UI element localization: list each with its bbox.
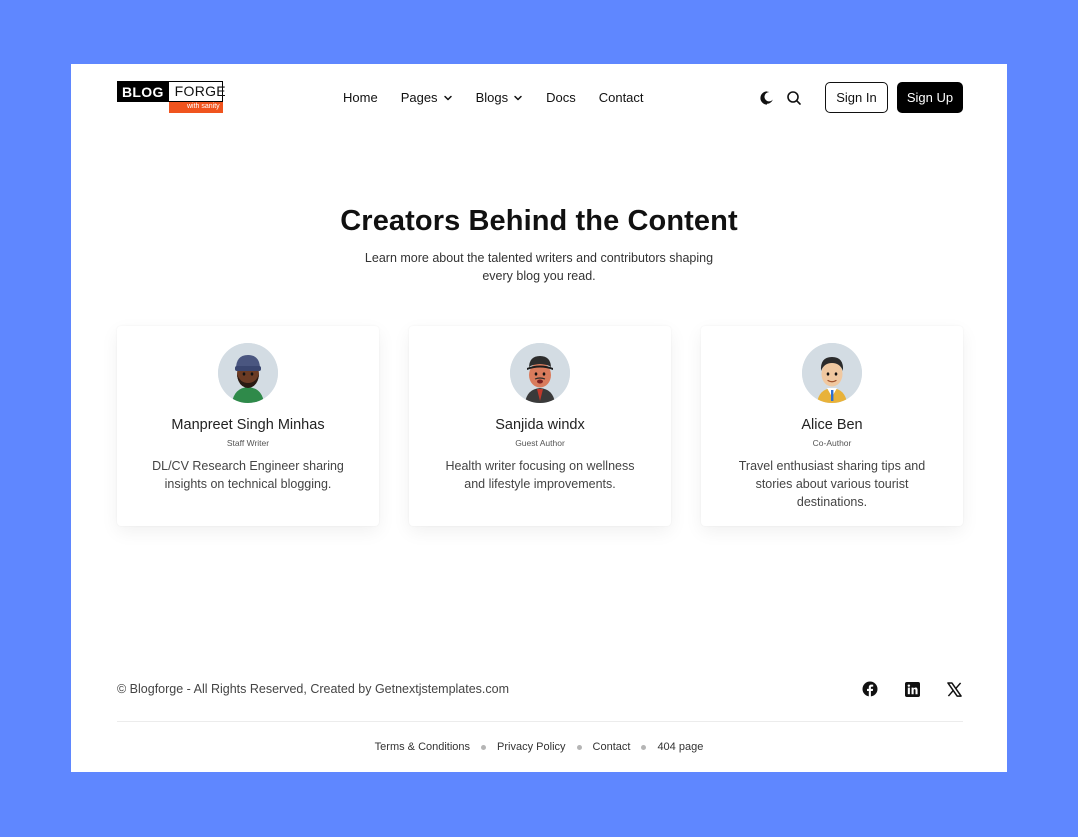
- author-role: Staff Writer: [226, 438, 270, 448]
- logo-word-forge: FORGE: [168, 81, 226, 102]
- footer-link-404[interactable]: 404 page: [657, 741, 703, 753]
- sign-in-button[interactable]: Sign In: [825, 82, 888, 113]
- x-icon[interactable]: [945, 680, 963, 698]
- nav-item-docs[interactable]: Docs: [546, 90, 576, 105]
- page-subtitle: Learn more about the talented writers an…: [364, 251, 714, 283]
- author-name: Alice Ben: [801, 417, 863, 433]
- author-name: Manpreet Singh Minhas: [171, 417, 325, 433]
- site-logo[interactable]: BLOG FORGE with sanity: [117, 81, 226, 113]
- search-icon[interactable]: [785, 89, 803, 107]
- author-bio: Health writer focusing on wellness and l…: [445, 459, 635, 491]
- nav-label: Docs: [546, 90, 576, 105]
- logo-tagline: with sanity: [168, 102, 223, 113]
- page-container: BLOG FORGE with sanity Home Pages Blogs …: [71, 64, 1007, 772]
- nav-item-contact[interactable]: Contact: [599, 90, 644, 105]
- nav-label: Pages: [400, 90, 438, 105]
- logo-word-blog: BLOG: [117, 81, 169, 102]
- author-avatar: [218, 343, 278, 403]
- footer-link-terms[interactable]: Terms & Conditions: [375, 741, 470, 753]
- chevron-down-icon: [514, 95, 522, 100]
- separator-dot: [481, 744, 487, 750]
- nav-item-blogs[interactable]: Blogs: [476, 90, 524, 105]
- sign-up-button[interactable]: Sign Up: [897, 82, 963, 113]
- social-links: [837, 680, 963, 698]
- chevron-down-icon: [443, 95, 452, 100]
- author-name: Sanjida windx: [495, 417, 585, 433]
- nav-item-pages[interactable]: Pages: [401, 90, 453, 105]
- footer-link-privacy[interactable]: Privacy Policy: [497, 741, 565, 753]
- linkedin-icon[interactable]: [903, 680, 921, 698]
- logo-right: FORGE with sanity: [168, 81, 226, 113]
- nav-label: Home: [343, 90, 378, 105]
- header-actions: Sign In Sign Up: [758, 82, 963, 113]
- author-role: Guest Author: [515, 438, 565, 448]
- facebook-icon[interactable]: [861, 680, 879, 698]
- main-nav: Home Pages Blogs Docs Contact: [343, 90, 667, 105]
- footer-divider: [117, 721, 963, 722]
- author-card[interactable]: Alice Ben Co-Author Travel enthusiast sh…: [701, 326, 963, 526]
- author-bio: DL/CV Research Engineer sharing insights…: [152, 459, 344, 491]
- author-card[interactable]: Sanjida windx Guest Author Health writer…: [409, 326, 671, 526]
- copyright-text: © Blogforge - All Rights Reserved, Creat…: [117, 682, 510, 696]
- author-bio: Travel enthusiast sharing tips and stori…: [738, 459, 926, 509]
- author-role: Co-Author: [812, 438, 852, 448]
- nav-label: Contact: [598, 90, 644, 105]
- page-title: Creators Behind the Content: [340, 205, 738, 237]
- author-avatar: [510, 343, 570, 403]
- theme-toggle-icon[interactable]: [758, 89, 776, 107]
- footer-links: Terms & Conditions Privacy Policy Contac…: [71, 741, 1007, 753]
- separator-dot: [576, 744, 582, 750]
- author-avatar: [802, 343, 862, 403]
- footer-link-contact[interactable]: Contact: [593, 741, 631, 753]
- nav-label: Blogs: [475, 90, 509, 105]
- separator-dot: [641, 744, 647, 750]
- author-card[interactable]: Manpreet Singh Minhas Staff Writer DL/CV…: [117, 326, 379, 526]
- nav-item-home[interactable]: Home: [343, 90, 378, 105]
